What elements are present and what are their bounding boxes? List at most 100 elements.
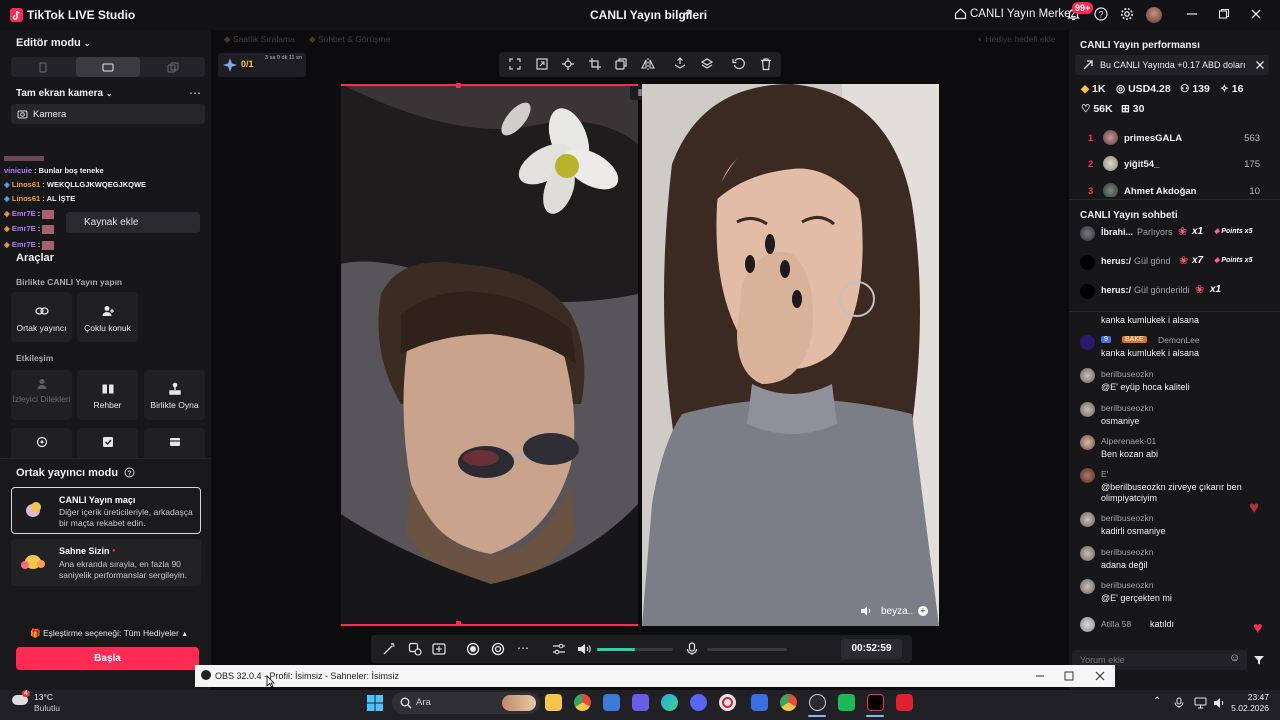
camera-lens-icon[interactable] bbox=[491, 642, 505, 656]
avatar[interactable] bbox=[1146, 7, 1162, 23]
volume-icon[interactable] bbox=[860, 605, 872, 617]
ranking-row[interactable]: 3 Ahmet Akdoğan 10 bbox=[1080, 183, 1270, 197]
camera-source-dropdown[interactable]: Tam ekran kamera ⌄ bbox=[16, 88, 113, 99]
viewer-wishes-tool-button[interactable]: İzleyici Dilekleri bbox=[11, 370, 72, 420]
tool-card-partial[interactable] bbox=[144, 428, 205, 458]
effects-icon[interactable] bbox=[408, 642, 422, 656]
teams-icon[interactable] bbox=[632, 694, 649, 711]
speaker-volume-slider[interactable] bbox=[597, 648, 673, 651]
start-button[interactable]: Başla bbox=[16, 647, 199, 670]
mic-volume-slider[interactable] bbox=[707, 648, 787, 651]
close-icon[interactable] bbox=[1255, 60, 1265, 70]
mail-icon[interactable] bbox=[751, 694, 768, 711]
cohost-tool-button[interactable]: Ortak yayıncı bbox=[11, 292, 72, 342]
live-match-card[interactable]: CANLI Yayın maçı Diğer içerik üreticiler… bbox=[11, 487, 201, 534]
youtube-icon[interactable] bbox=[896, 694, 913, 711]
layout-icon[interactable] bbox=[432, 642, 446, 656]
add-guest-icon[interactable]: + bbox=[918, 606, 928, 616]
ranking-row[interactable]: 2 yiğit54_ 175 bbox=[1080, 156, 1270, 179]
home-icon[interactable] bbox=[954, 7, 967, 20]
opera-icon[interactable] bbox=[722, 697, 733, 708]
host-video[interactable] bbox=[341, 84, 638, 626]
chat-message[interactable]: berilbuseozkn kadirli osmaniye bbox=[1080, 512, 1270, 540]
filter-icon[interactable] bbox=[1253, 654, 1265, 666]
maximize-icon[interactable] bbox=[1064, 671, 1074, 681]
chat-message[interactable]: berilbuseozkn osmaniye bbox=[1080, 402, 1270, 430]
layer-down-icon[interactable] bbox=[700, 57, 714, 71]
windows-start-icon[interactable] bbox=[367, 695, 383, 711]
ranking-row[interactable]: 1 primesGALA 563 bbox=[1080, 130, 1270, 153]
store-icon[interactable] bbox=[603, 694, 620, 711]
more-options-icon[interactable]: ⋯ bbox=[189, 86, 201, 100]
editor-mode-dropdown[interactable]: Editör modu ⌄ bbox=[16, 37, 91, 49]
edge-icon[interactable] bbox=[661, 694, 678, 711]
mic-tray-icon[interactable] bbox=[1174, 697, 1184, 709]
match-option-dropdown[interactable]: 🎁 Eşleştirme seçeneği: Tüm Hediyeler ▲ bbox=[30, 628, 188, 639]
undo-icon[interactable] bbox=[732, 57, 746, 71]
resize-handle[interactable] bbox=[456, 621, 461, 626]
chat-message[interactable]: 9 BAKE DemonLee kanka kumlukek i alsana bbox=[1080, 334, 1270, 362]
restore-icon[interactable] bbox=[1218, 8, 1230, 20]
goal-counter-widget[interactable]: 0/1 3 sa 0 dk 11 sn bbox=[218, 53, 306, 77]
live-center-link[interactable]: CANLI Yayın Merkezi bbox=[970, 8, 1079, 20]
more-icon[interactable]: ⋯ bbox=[517, 641, 529, 655]
portrait-mode-button[interactable] bbox=[11, 57, 75, 77]
file-explorer-icon[interactable] bbox=[545, 694, 562, 711]
gear-icon[interactable] bbox=[1120, 7, 1134, 21]
chat-message[interactable]: Alperenaek-01 Ben kozan abi bbox=[1080, 435, 1270, 463]
duplicate-icon[interactable] bbox=[614, 57, 628, 71]
magic-wand-icon[interactable] bbox=[382, 642, 396, 656]
network-icon[interactable] bbox=[1194, 697, 1207, 709]
resize-handle[interactable] bbox=[456, 83, 461, 88]
stage-yours-card[interactable]: Sahne Sizin ● Ana ekranda sırayla, en fa… bbox=[11, 539, 201, 586]
select-icon[interactable] bbox=[508, 57, 522, 71]
guest-video[interactable] bbox=[642, 84, 939, 626]
fit-screen-icon[interactable] bbox=[535, 57, 549, 71]
record-icon[interactable] bbox=[466, 642, 480, 656]
layer-up-icon[interactable] bbox=[673, 57, 687, 71]
chat-message[interactable]: E' @berilbuseozkn zirveye çıkarır ben ol… bbox=[1080, 468, 1270, 508]
add-source-button[interactable]: Kaynak ekle bbox=[66, 212, 200, 233]
points-text: Points x5 bbox=[1221, 257, 1253, 264]
chat-message[interactable]: berilbuseozkn @E' eyüp hoca kaliteli bbox=[1080, 368, 1270, 396]
camera-source-item[interactable]: Kamera bbox=[11, 104, 205, 124]
trash-icon[interactable] bbox=[759, 57, 773, 71]
performance-banner-text: Bu CANLI Yayında +0.17 ABD doları bbox=[1100, 60, 1246, 70]
center-icon[interactable] bbox=[561, 57, 575, 71]
chrome-icon[interactable] bbox=[574, 694, 591, 711]
help-icon[interactable]: ? bbox=[1094, 7, 1108, 21]
microphone-icon[interactable] bbox=[686, 642, 698, 656]
weather-temp: 13°C bbox=[34, 692, 53, 702]
minimize-icon[interactable] bbox=[1035, 671, 1045, 681]
taskbar-search[interactable]: Ara bbox=[392, 692, 540, 714]
close-icon[interactable] bbox=[1250, 8, 1262, 20]
guide-tool-button[interactable]: Rehber bbox=[77, 370, 138, 420]
play-together-tool-button[interactable]: Birlikte Oyna bbox=[144, 370, 205, 420]
chrome-icon[interactable] bbox=[780, 694, 797, 711]
obs-icon[interactable] bbox=[809, 694, 826, 711]
chat-message[interactable]: berilbuseozkn adana değil bbox=[1080, 546, 1270, 574]
dual-mode-button[interactable] bbox=[141, 57, 205, 77]
tool-card-partial[interactable] bbox=[11, 428, 72, 458]
weather-widget[interactable]: 4 bbox=[12, 690, 30, 707]
landscape-mode-button[interactable] bbox=[76, 57, 140, 77]
sliders-icon[interactable] bbox=[552, 642, 566, 656]
tool-card-partial[interactable] bbox=[77, 428, 138, 458]
discord-icon[interactable] bbox=[690, 694, 707, 711]
clock-time[interactable]: 23:47 bbox=[1247, 692, 1269, 702]
crop-icon[interactable] bbox=[588, 57, 602, 71]
emoji-icon[interactable]: ☺ bbox=[1229, 652, 1240, 664]
live-timer: 00:52:59 bbox=[841, 639, 902, 659]
share-icon[interactable] bbox=[681, 8, 693, 20]
clock-date[interactable]: 5.02.2026 bbox=[1222, 703, 1269, 713]
info-icon[interactable]: ? bbox=[124, 467, 135, 478]
speaker-icon[interactable] bbox=[577, 642, 592, 656]
minimize-icon[interactable] bbox=[1186, 8, 1198, 20]
close-icon[interactable] bbox=[1095, 671, 1105, 681]
tray-overflow-icon[interactable]: ⌃ bbox=[1153, 696, 1161, 707]
app-icon[interactable] bbox=[838, 694, 855, 711]
multi-guest-tool-button[interactable]: Çoklu konuk bbox=[77, 292, 138, 342]
chat-message[interactable]: berilbuseozkn @E' gerçekten mi bbox=[1080, 579, 1270, 607]
flip-icon[interactable] bbox=[641, 57, 655, 71]
tiktok-live-studio-icon[interactable] bbox=[867, 694, 884, 711]
